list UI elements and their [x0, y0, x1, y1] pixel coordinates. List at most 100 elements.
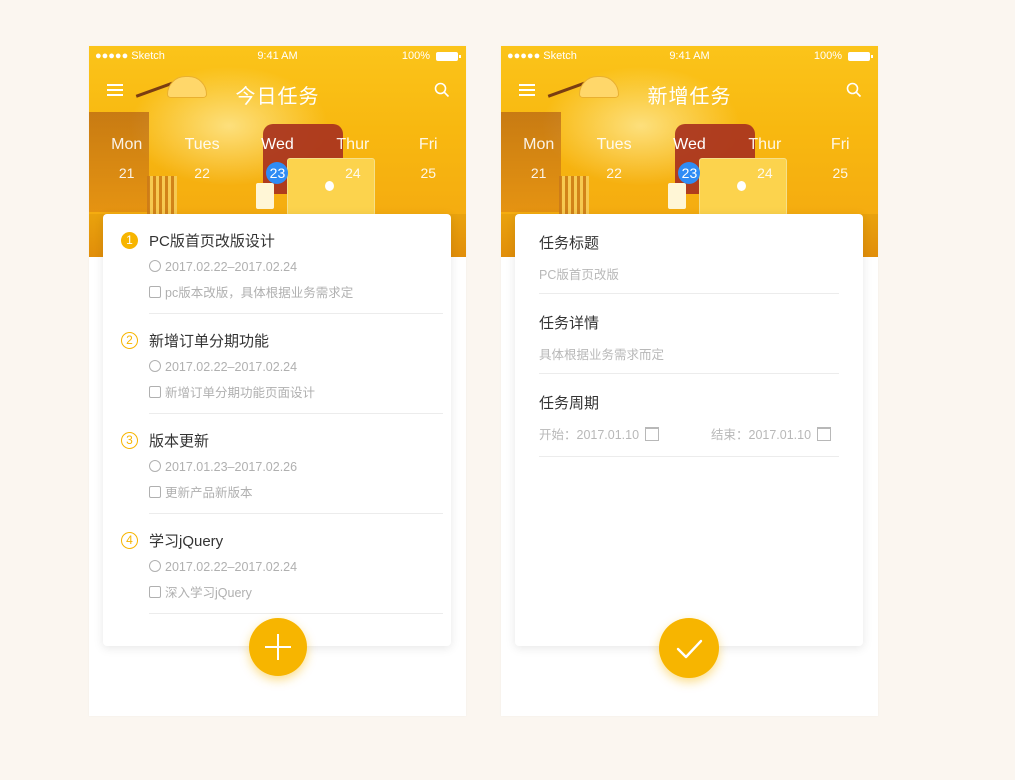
task-note-text: pc版本改版，具体根据业务需求定 — [165, 286, 354, 300]
day-wed-selected[interactable]: Wed 23 — [240, 136, 315, 186]
search-icon[interactable] — [434, 82, 450, 98]
day-name: Mon — [523, 136, 555, 153]
task-period-text: 2017.02.22–2017.02.24 — [165, 260, 298, 274]
task-note-text: 新增订单分期功能页面设计 — [165, 386, 316, 400]
task-note: 更新产品新版本 — [149, 482, 253, 501]
day-number: 24 — [757, 165, 773, 181]
day-thur[interactable]: Thur 24 — [727, 136, 802, 186]
task-title: 学习jQuery — [149, 533, 224, 550]
day-number: 22 — [606, 165, 622, 181]
task-number-badge: 1 — [121, 232, 138, 249]
new-task-screen: ●●●●● Sketch 9:41 AM 100% 新增任务 Mon 21 Tue… — [501, 46, 878, 716]
task-period-text: 2017.01.23–2017.02.26 — [165, 460, 298, 474]
task-note: 深入学习jQuery — [149, 582, 252, 601]
battery-icon — [848, 52, 873, 61]
day-mon[interactable]: Mon 21 — [501, 136, 576, 186]
task-number-badge: 2 — [121, 332, 138, 349]
end-date-picker[interactable]: 结束：2017.01.10 — [711, 424, 832, 443]
task-period-field: 任务周期 开始：2017.01.10 结束：2017.01.10 — [539, 374, 839, 457]
battery-icon — [436, 52, 461, 61]
day-name: Wed — [673, 136, 706, 153]
task-item[interactable]: 1 PC版首页改版设计 2017.02.22–2017.02.24 pc版本改版… — [103, 214, 451, 314]
task-item[interactable]: 2 新增订单分期功能 2017.02.22–2017.02.24 新增订单分期功… — [103, 314, 451, 414]
mug-decor — [668, 183, 686, 209]
day-fri[interactable]: Fri 25 — [803, 136, 878, 186]
battery-label: 100% — [401, 50, 430, 62]
task-item[interactable]: 3 版本更新 2017.01.23–2017.02.26 更新产品新版本 — [103, 414, 451, 514]
day-name: Fri — [418, 136, 438, 153]
day-name: Wed — [261, 136, 294, 153]
task-note: 新增订单分期功能页面设计 — [149, 382, 315, 401]
day-name: Tues — [184, 136, 220, 153]
day-fri[interactable]: Fri 25 — [391, 136, 466, 186]
today-tasks-screen: ●●●●● Sketch 9:41 AM 100% 今日任务 Mon 21 Tue… — [89, 46, 466, 716]
day-tues[interactable]: Tues 22 — [164, 136, 239, 186]
day-number: 23 — [266, 162, 289, 184]
mug-decor — [256, 183, 274, 209]
task-title-input[interactable]: PC版首页改版 — [539, 264, 619, 283]
page-title: 今日任务 — [235, 86, 320, 108]
divider — [539, 456, 839, 457]
day-name: Tues — [596, 136, 632, 153]
day-number: 24 — [345, 165, 361, 181]
task-note: pc版本改版，具体根据业务需求定 — [149, 282, 353, 301]
day-number: 25 — [832, 165, 849, 181]
nav-bar: 今日任务 — [89, 76, 466, 108]
note-icon — [149, 386, 161, 398]
check-icon — [676, 639, 703, 659]
task-period-text: 2017.02.22–2017.02.24 — [165, 360, 298, 374]
task-title: PC版首页改版设计 — [149, 233, 275, 250]
new-task-form-card: 任务标题 PC版首页改版 任务详情 具体根据业务需求而定 任务周期 开始：201… — [515, 214, 863, 646]
task-title: 新增订单分期功能 — [149, 333, 270, 350]
day-name: Thur — [336, 136, 370, 153]
day-thur[interactable]: Thur 24 — [315, 136, 390, 186]
task-item[interactable]: 4 学习jQuery 2017.02.22–2017.02.24 深入学习jQu… — [103, 514, 451, 614]
task-note-text: 更新产品新版本 — [165, 486, 253, 500]
battery-label: 100% — [813, 50, 842, 62]
calendar-icon — [817, 427, 832, 441]
day-number: 21 — [118, 165, 135, 181]
task-detail-field[interactable]: 任务详情 具体根据业务需求而定 — [539, 294, 839, 374]
day-number: 21 — [530, 165, 547, 181]
day-number: 22 — [194, 165, 210, 181]
day-mon[interactable]: Mon 21 — [89, 136, 164, 186]
task-period-label: 任务周期 — [539, 395, 600, 412]
task-title-field[interactable]: 任务标题 PC版首页改版 — [539, 214, 839, 294]
task-period: 2017.01.23–2017.02.26 — [149, 460, 297, 474]
day-name: Mon — [111, 136, 143, 153]
page-title: 新增任务 — [647, 86, 732, 108]
day-number: 25 — [420, 165, 437, 181]
start-date-text: 开始：2017.01.10 — [539, 428, 640, 442]
task-title-label: 任务标题 — [539, 235, 600, 252]
confirm-button[interactable] — [659, 618, 719, 678]
status-bar: ●●●●● Sketch 9:41 AM 100% — [501, 46, 878, 66]
note-icon — [149, 486, 161, 498]
note-icon — [149, 286, 161, 298]
task-detail-label: 任务详情 — [539, 315, 600, 332]
day-wed-selected[interactable]: Wed 23 — [652, 136, 727, 186]
day-tues[interactable]: Tues 22 — [576, 136, 651, 186]
task-list-card: 1 PC版首页改版设计 2017.02.22–2017.02.24 pc版本改版… — [103, 214, 451, 646]
task-title: 版本更新 — [149, 433, 210, 450]
task-number-badge: 4 — [121, 532, 138, 549]
clock-icon — [149, 360, 161, 372]
status-bar: ●●●●● Sketch 9:41 AM 100% — [89, 46, 466, 66]
task-period-text: 2017.02.22–2017.02.24 — [165, 560, 298, 574]
search-icon[interactable] — [846, 82, 862, 98]
task-detail-input[interactable]: 具体根据业务需求而定 — [539, 344, 664, 363]
task-period: 2017.02.22–2017.02.24 — [149, 560, 297, 574]
nav-bar: 新增任务 — [501, 76, 878, 108]
day-name: Thur — [748, 136, 782, 153]
week-strip: Mon 21 Tues 22 Wed 23 Thur 24 Fri 25 — [89, 136, 466, 186]
add-task-button[interactable] — [249, 618, 307, 676]
task-note-text: 深入学习jQuery — [165, 586, 252, 600]
task-period: 2017.02.22–2017.02.24 — [149, 260, 297, 274]
clock-icon — [149, 560, 161, 572]
divider — [149, 613, 443, 614]
end-date-text: 结束：2017.01.10 — [711, 428, 812, 442]
calendar-icon — [645, 427, 660, 441]
start-date-picker[interactable]: 开始：2017.01.10 — [539, 424, 660, 443]
day-name: Fri — [830, 136, 850, 153]
task-period: 2017.02.22–2017.02.24 — [149, 360, 297, 374]
day-number: 23 — [678, 162, 701, 184]
